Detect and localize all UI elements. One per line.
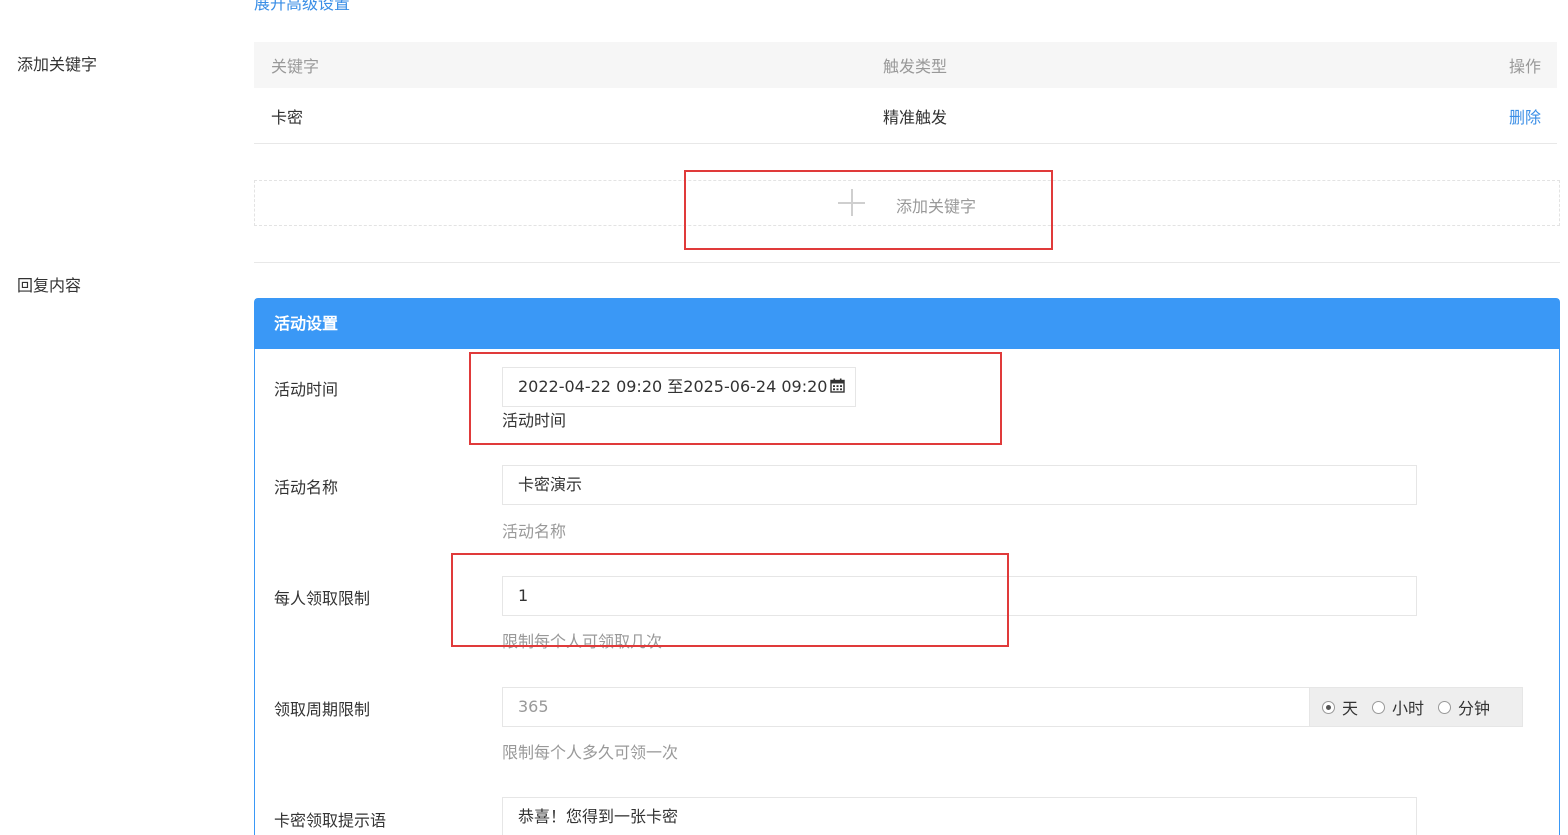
add-keyword-label: 添加关键字 xyxy=(896,197,977,216)
radio-dot-day xyxy=(1322,700,1335,714)
keyword-cell: 卡密 xyxy=(271,107,304,127)
activity-time-input[interactable]: 2022-04-22 09:20 至2025-06-24 09:20 xyxy=(502,367,856,407)
keywords-section-label: 添加关键字 xyxy=(17,55,98,74)
activity-settings-panel: 活动设置 活动时间 2022-04-22 09:20 至2025-06-24 0… xyxy=(254,298,1560,835)
keyword-table: 关键字 触发类型 操作 卡密 精准触发 删除 xyxy=(254,42,1557,144)
radio-minute-label: 分钟 xyxy=(1458,699,1491,718)
section-divider xyxy=(254,262,1560,263)
activity-name-help: 活动名称 xyxy=(502,522,567,541)
claim-period-label: 领取周期限制 xyxy=(274,700,371,719)
add-keyword-button[interactable]: 添加关键字 xyxy=(254,180,1560,226)
radio-hour-label: 小时 xyxy=(1392,699,1425,718)
keyword-table-header: 关键字 触发类型 操作 xyxy=(254,42,1557,88)
radio-dot-hour xyxy=(1372,700,1386,714)
trigger-type-cell: 精准触发 xyxy=(883,107,948,127)
radio-minute[interactable]: 分钟 xyxy=(1438,695,1490,719)
radio-dot-minute xyxy=(1438,700,1452,714)
table-row: 卡密 精准触发 删除 xyxy=(254,88,1557,144)
plus-icon xyxy=(838,189,865,216)
tip-message-label: 卡密领取提示语 xyxy=(274,811,387,830)
tip-message-input[interactable]: 恭喜！您得到一张卡密 xyxy=(502,797,1417,835)
column-header-trigger-type: 触发类型 xyxy=(883,57,948,76)
delete-keyword-link[interactable]: 删除 xyxy=(1509,104,1541,128)
per-person-limit-help: 限制每个人可领取几次 xyxy=(502,632,663,651)
period-unit-radio-group: 天 小时 分钟 xyxy=(1309,687,1523,727)
activity-time-help: 活动时间 xyxy=(502,411,567,430)
claim-period-help: 限制每个人多久可领一次 xyxy=(502,743,679,762)
radio-day-label: 天 xyxy=(1342,699,1359,718)
reply-section-label: 回复内容 xyxy=(17,276,82,295)
radio-day[interactable]: 天 xyxy=(1322,695,1358,719)
column-header-action: 操作 xyxy=(1508,57,1541,76)
per-person-limit-label: 每人领取限制 xyxy=(274,589,371,608)
radio-hour[interactable]: 小时 xyxy=(1372,695,1424,719)
column-header-keyword: 关键字 xyxy=(271,57,320,76)
activity-time-value: 2022-04-22 09:20 至2025-06-24 09:20 xyxy=(518,377,828,396)
page: 展开高级设置 添加关键字 关键字 触发类型 操作 卡密 精准触发 删除 添加关键… xyxy=(0,0,1568,835)
calendar-icon xyxy=(830,378,846,393)
per-person-limit-input[interactable]: 1 xyxy=(502,576,1417,616)
activity-name-input[interactable]: 卡密演示 xyxy=(502,465,1417,505)
activity-time-label: 活动时间 xyxy=(274,380,339,399)
advanced-settings-link[interactable]: 展开高级设置 xyxy=(254,0,350,14)
panel-title: 活动设置 xyxy=(255,299,1559,349)
activity-name-label: 活动名称 xyxy=(274,478,339,497)
claim-period-input[interactable]: 365 xyxy=(502,687,1310,727)
